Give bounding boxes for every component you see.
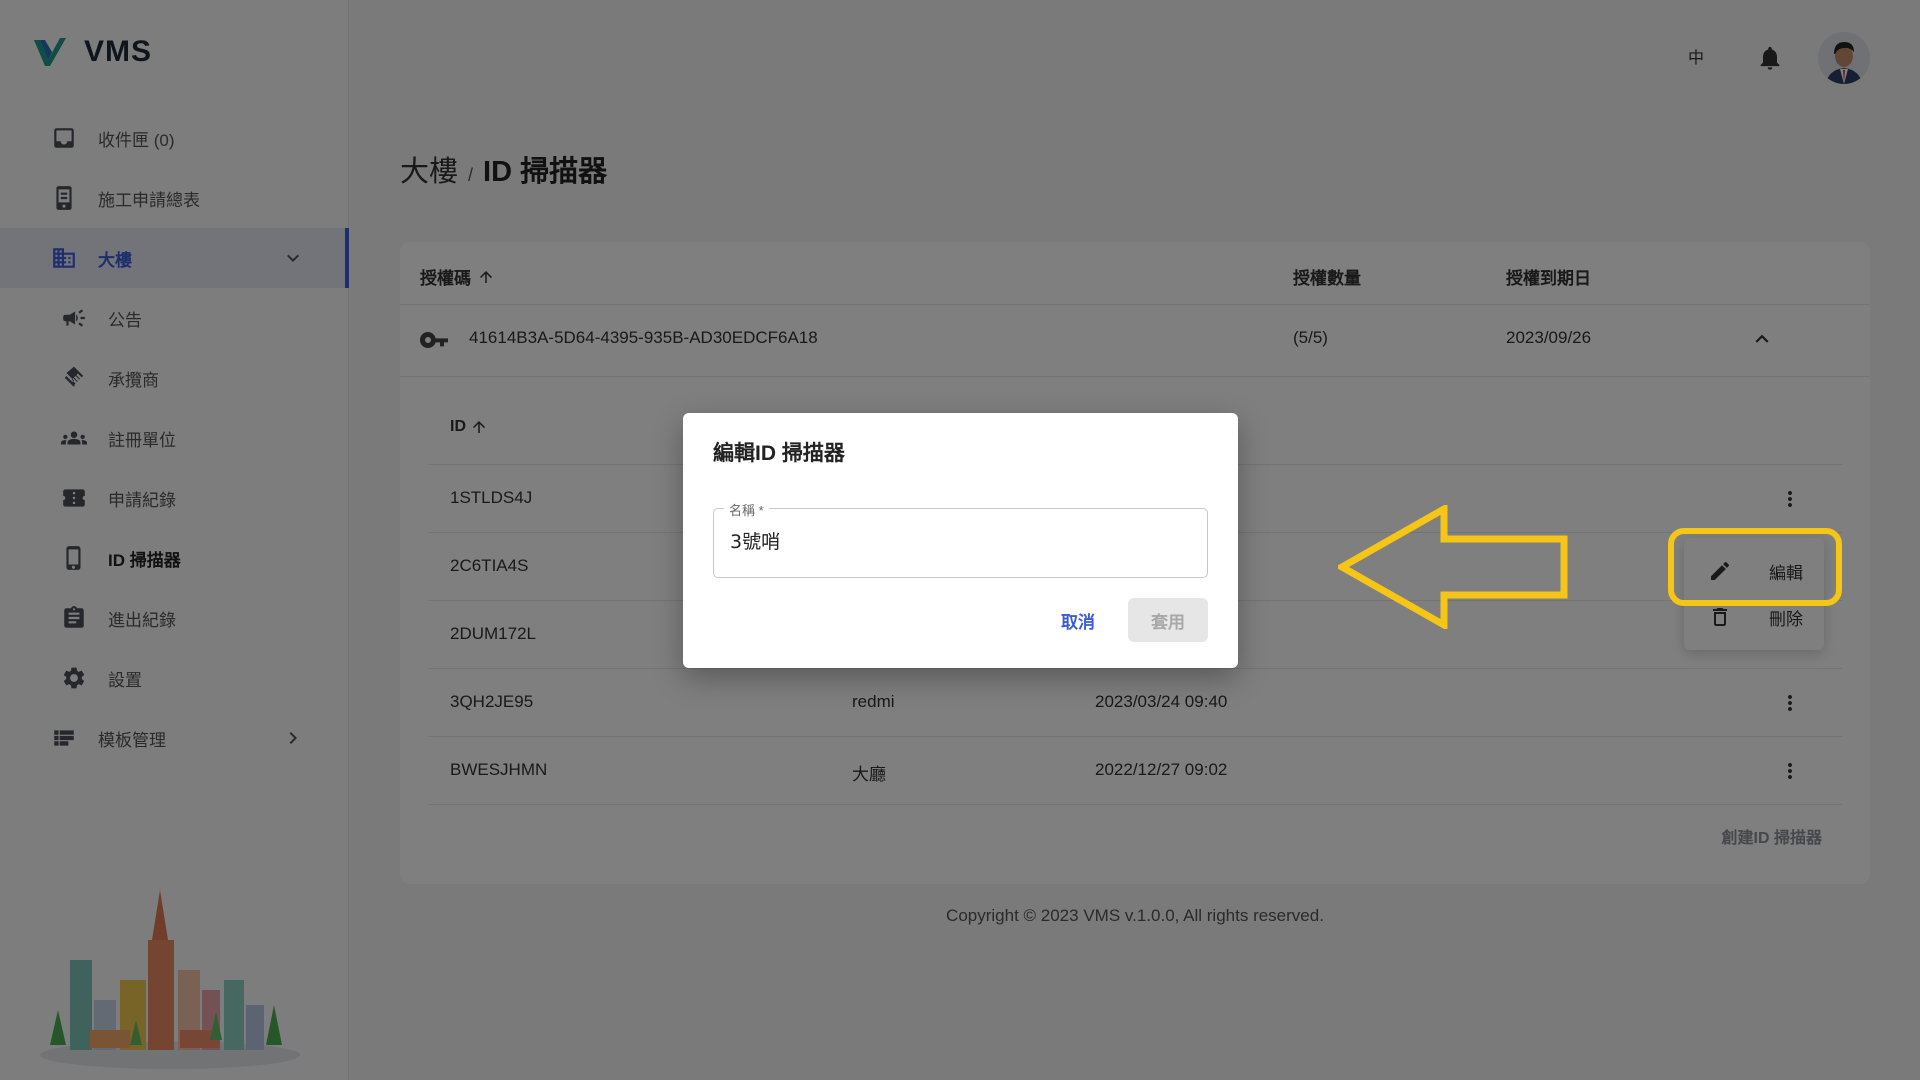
- cancel-button[interactable]: 取消: [1038, 598, 1118, 642]
- apply-button[interactable]: 套用: [1128, 598, 1208, 642]
- annotation-highlight-box: [1668, 528, 1842, 606]
- dialog-title: 編輯ID 掃描器: [713, 442, 845, 465]
- name-field: 名稱 *: [713, 500, 1208, 578]
- edit-scanner-dialog: 編輯ID 掃描器 名稱 * 取消 套用: [683, 413, 1238, 668]
- name-input[interactable]: [730, 529, 1190, 551]
- annotation-arrow-icon: [1338, 505, 1568, 629]
- name-field-label: 名稱 *: [724, 500, 769, 519]
